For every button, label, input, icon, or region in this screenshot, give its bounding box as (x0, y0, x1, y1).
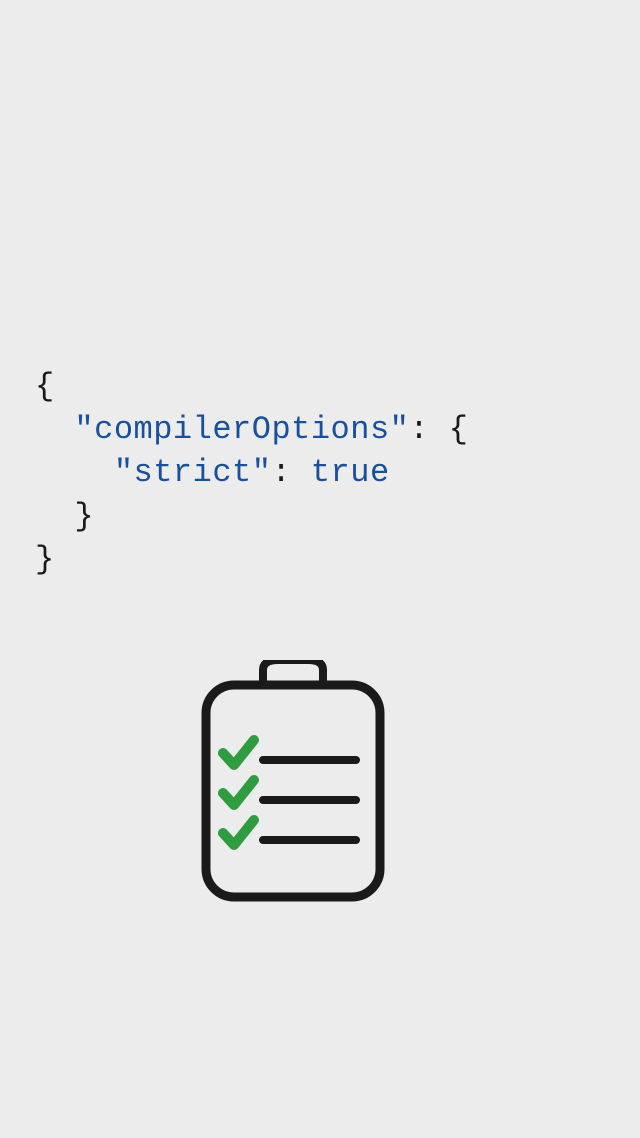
code-line-3: "strict": true (35, 451, 468, 494)
brace-close-inner: } (35, 498, 94, 535)
json-value-true: true (311, 454, 390, 491)
indent (35, 454, 114, 491)
code-line-1: { (35, 365, 468, 408)
indent (35, 411, 74, 448)
code-line-2: "compilerOptions": { (35, 408, 468, 451)
code-snippet: { "compilerOptions": { "strict": true } … (35, 365, 468, 581)
brace-open-inner: { (449, 411, 469, 448)
code-line-5: } (35, 538, 468, 581)
json-key-compiler-options: "compilerOptions" (74, 411, 409, 448)
colon: : (409, 411, 448, 448)
json-key-strict: "strict" (114, 454, 272, 491)
code-line-4: } (35, 495, 468, 538)
brace-open-outer: { (35, 368, 55, 405)
colon: : (271, 454, 310, 491)
clipboard-checklist-icon (198, 660, 388, 905)
brace-close-outer: } (35, 541, 55, 578)
